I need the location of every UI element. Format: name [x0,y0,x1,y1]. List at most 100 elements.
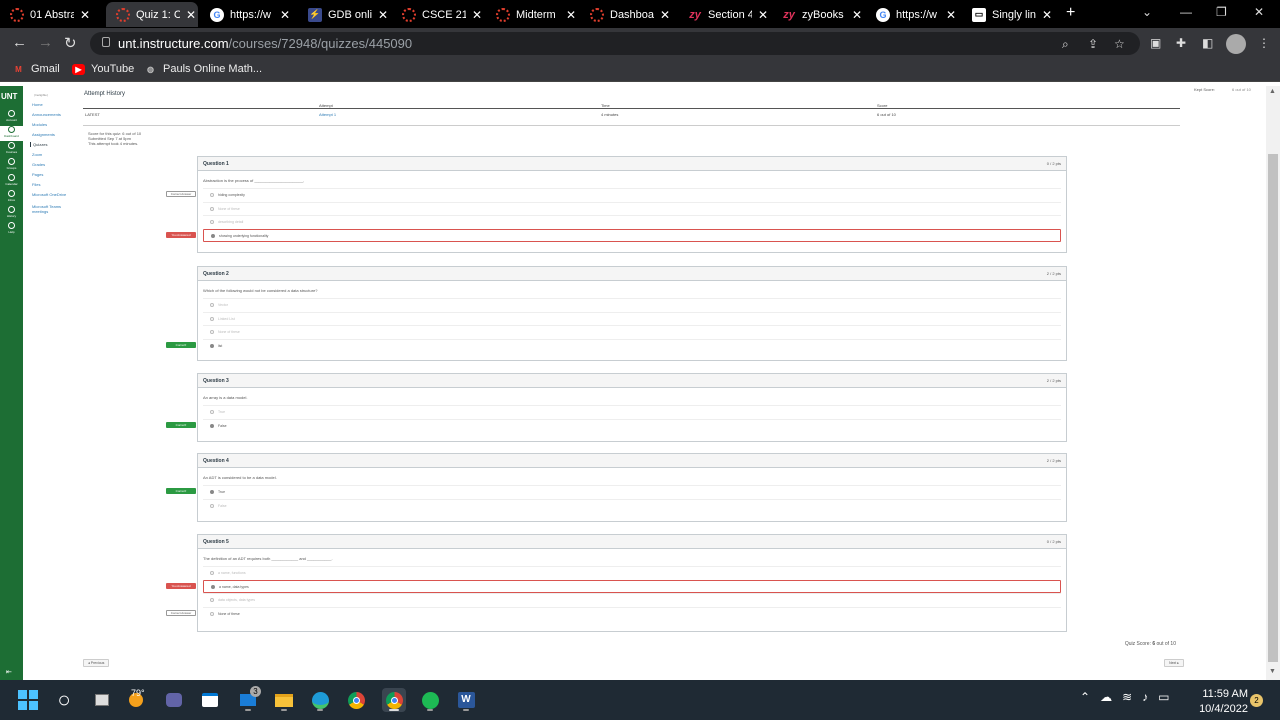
edge-icon[interactable] [308,688,332,712]
extension-icon[interactable]: ▣ [1150,36,1161,50]
show-hidden-icons-icon[interactable]: ⌃ [1080,690,1090,704]
close-tab-icon[interactable]: ✕ [852,8,862,22]
browser-tab[interactable]: 01 Abstra ✕ [0,2,106,27]
close-tab-icon[interactable]: ✕ [946,8,956,22]
browser-tab[interactable]: Dashboa ✕ [580,2,676,27]
volume-icon[interactable]: ♪ [1142,690,1148,704]
browser-tab[interactable]: Ghttps://w ✕ [200,2,296,27]
answer-text: a name, data types [219,584,249,589]
browser-tab[interactable]: Midterm ✕ [486,2,578,27]
attempt-link[interactable]: Attempt 1 [319,112,336,117]
global-nav-courses[interactable]: Courses [0,142,23,157]
browser-tab[interactable]: CSCE 21 ✕ [392,2,484,27]
close-tab-icon[interactable]: ✕ [1042,8,1052,22]
course-nav-announcements[interactable]: Announcements [32,112,76,117]
teams-chat-icon[interactable] [162,688,186,712]
course-nav-pages[interactable]: Pages [32,172,76,177]
course-nav-files[interactable]: Files [32,182,76,187]
battery-icon[interactable]: ▭ [1158,690,1169,704]
browser-tab[interactable]: ▭ Singly lin ✕ [962,2,1054,27]
global-nav-inbox[interactable]: Inbox [0,190,23,205]
unt-logo[interactable]: UNT [1,92,17,101]
search-icon[interactable]: ○ [52,687,76,712]
menu-icon[interactable]: ⋮ [1258,36,1270,50]
close-tab-icon[interactable]: ✕ [566,8,576,22]
store-icon[interactable] [198,688,222,712]
word-icon[interactable]: W [454,688,478,712]
close-tab-icon[interactable]: ✕ [186,8,196,22]
forward-icon[interactable]: → [38,34,53,51]
globe-icon: ◍ [147,64,154,74]
chrome-profile-icon[interactable] [382,688,406,712]
spotify-icon[interactable] [418,688,442,712]
course-nav-quizzes[interactable]: Quizzes [30,142,74,147]
scroll-down-icon[interactable]: ▼ [1269,668,1276,675]
answer-option: describing detail [203,215,1061,228]
course-nav-assignments[interactable]: Assignments [32,132,76,137]
close-tab-icon[interactable]: ✕ [472,8,482,22]
wifi-icon[interactable]: ≋ [1122,690,1132,704]
bookmark-youtube[interactable]: ▶ YouTube [72,63,134,75]
browser-tab[interactable]: zy Section 4 ✕ [678,2,770,27]
previous-button[interactable]: ◂ Previous [83,659,110,667]
restore-icon[interactable]: ❐ [1216,5,1227,19]
course-nav-microsoft-teams-meetings[interactable]: Microsoft Teams meetings [32,204,76,214]
close-tab-icon[interactable]: ✕ [378,8,388,22]
bookmarks-bar: M Gmail ▶ YouTube ◍ Pauls Online Math... [0,59,1280,82]
side-panel-icon[interactable]: ◧ [1202,36,1213,50]
course-nav-zoom[interactable]: Zoom [32,152,76,157]
global-nav-account[interactable]: Account [0,110,23,125]
mail-icon[interactable]: 3 [236,686,261,712]
notification-badge[interactable]: 2 [1250,694,1263,707]
tab-search-icon[interactable]: ⌄ [1142,5,1152,19]
share-icon[interactable]: ⇪ [1088,37,1098,51]
course-nav-home[interactable]: Home [32,102,76,107]
clock[interactable]: 11:59 AM 10/4/2022 [1196,687,1248,717]
file-explorer-icon[interactable] [272,688,296,712]
next-button[interactable]: Next ▸ [1164,659,1184,667]
browser-tab[interactable]: Ghttps://w ✕ [866,2,960,27]
close-tab-icon[interactable]: ✕ [758,8,768,22]
bookmark-gmail[interactable]: M Gmail [12,63,60,75]
global-nav-history[interactable]: History [0,206,23,221]
answer-text: showing underlying functionality [219,233,269,238]
bookmark-star-icon[interactable]: ☆ [1114,37,1125,51]
reload-icon[interactable]: ↻ [64,34,77,52]
course-nav-grades[interactable]: Grades [32,162,76,167]
close-tab-icon[interactable]: ✕ [280,8,290,22]
global-nav-groups[interactable]: Groups [0,158,23,173]
tab-title: Dashboa [610,8,654,21]
browser-tab[interactable]: Quiz 1: C ✕ [106,2,198,27]
chrome-icon[interactable] [344,688,368,712]
browser-tab[interactable]: zy zyBooks ✕ [772,2,864,27]
question-card: Question 1 0 / 2 pts Abstraction is the pr… [166,156,1067,253]
start-button[interactable] [16,688,40,712]
bookmark-pauls-math[interactable]: ◍ Pauls Online Math... [144,63,262,75]
profile-avatar[interactable] [1226,34,1246,54]
page-scrollbar[interactable]: ▲ ▼ [1266,86,1280,680]
close-tab-icon[interactable]: ✕ [660,8,670,22]
global-nav-dashboard[interactable]: Dashboard [0,126,23,141]
task-view-icon[interactable] [90,688,114,712]
question-text: An ADT is considered to be a data model. [203,475,277,480]
close-window-icon[interactable]: ✕ [1254,5,1264,19]
minimize-icon[interactable]: — [1180,5,1192,19]
browser-tab[interactable]: ⚡ GDB onli ✕ [298,2,390,27]
course-nav-modules[interactable]: Modules [32,122,76,127]
scrollbar-thumb[interactable] [1268,154,1278,662]
answer-option: Linked List [203,311,1061,325]
back-icon[interactable]: ← [12,34,27,51]
new-tab-button[interactable]: + [1066,4,1075,22]
global-nav-help[interactable]: Help [0,222,23,237]
scroll-up-icon[interactable]: ▲ [1269,88,1276,95]
course-nav-microsoft-onedrive[interactable]: Microsoft OneDrive [32,192,76,197]
radio-indicator [210,343,214,348]
zoom-icon[interactable]: ⌕ [1062,37,1069,52]
onedrive-icon[interactable]: ☁ [1100,690,1112,704]
collapse-nav-icon[interactable]: ⇤ [6,668,12,676]
extensions-puzzle-icon[interactable]: ✚ [1176,36,1186,50]
radio-indicator [210,330,214,334]
global-nav-calendar[interactable]: Calendar [0,174,23,189]
close-tab-icon[interactable]: ✕ [80,8,90,22]
address-bar[interactable]: unt.instructure.com/courses/72948/quizze… [90,32,1140,55]
